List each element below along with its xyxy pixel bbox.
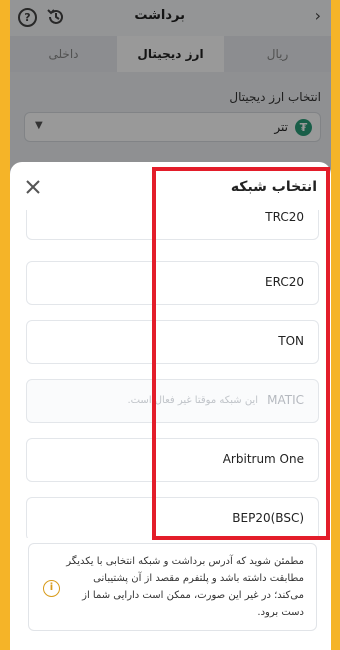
network-item-erc20[interactable]: ERC20 xyxy=(26,261,319,305)
network-name: MATIC xyxy=(267,393,304,407)
network-list: TRC20 ERC20 TON MATIC این شبکه موقتا غیر… xyxy=(10,210,331,538)
info-icon: i xyxy=(43,580,60,597)
network-name: TRC20 xyxy=(265,210,304,224)
app-screen: › برداشت ? ریال ارز دیجیتال داخلی انتخاب… xyxy=(10,0,331,650)
network-name: Arbitrum One xyxy=(222,452,304,466)
network-item-matic: MATIC این شبکه موقتا غیر فعال است. xyxy=(26,379,319,423)
sheet-title: انتخاب شبکه xyxy=(230,179,317,195)
network-item-bep20[interactable]: BEP20(BSC) xyxy=(26,497,319,538)
network-name: TON xyxy=(278,334,304,348)
network-item-arbitrum[interactable]: Arbitrum One xyxy=(26,438,319,482)
network-name: ERC20 xyxy=(265,275,304,289)
warning-text: مطمئن شوید که آدرس برداشت و شبکه انتخابی… xyxy=(66,556,304,618)
network-name: BEP20(BSC) xyxy=(232,511,304,525)
network-disabled-note: این شبکه موقتا غیر فعال است. xyxy=(127,395,258,406)
close-icon[interactable] xyxy=(24,178,42,196)
warning-box: مطمئن شوید که آدرس برداشت و شبکه انتخابی… xyxy=(28,543,317,631)
network-item-ton[interactable]: TON xyxy=(26,320,319,364)
network-bottom-sheet: انتخاب شبکه TRC20 ERC20 TON MATIC این شب… xyxy=(10,162,331,650)
network-item-trc20[interactable]: TRC20 xyxy=(26,210,319,240)
